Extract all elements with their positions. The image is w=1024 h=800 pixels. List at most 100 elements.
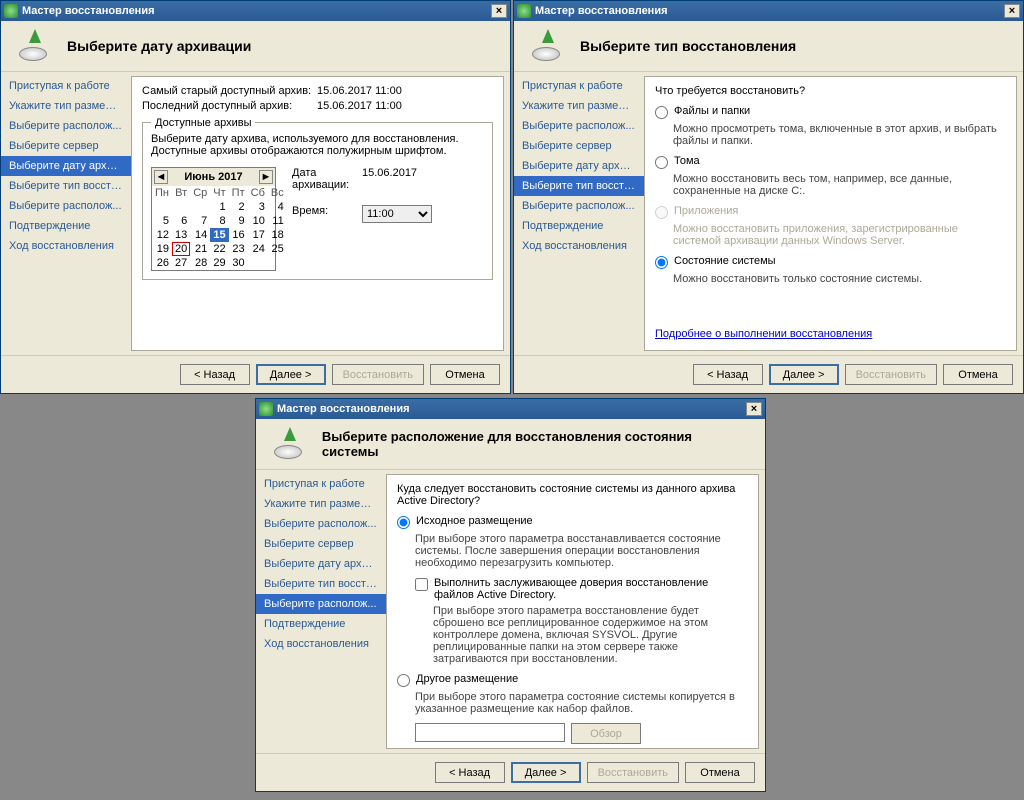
cal-day[interactable]: 2 bbox=[229, 200, 248, 214]
radio-files[interactable] bbox=[655, 106, 668, 119]
checkbox-authoritative-label: Выполнить заслуживающее доверия восстано… bbox=[434, 577, 748, 601]
sidebar-item[interactable]: Выберите дату архив... bbox=[256, 554, 386, 574]
window-title: Мастер восстановления bbox=[22, 5, 155, 17]
cal-day[interactable]: 16 bbox=[229, 228, 248, 242]
cal-day[interactable]: 29 bbox=[210, 256, 228, 270]
cal-day[interactable]: 5 bbox=[152, 214, 172, 228]
cal-day[interactable]: 6 bbox=[172, 214, 190, 228]
sidebar-item[interactable]: Укажите тип размещ... bbox=[1, 96, 131, 116]
titlebar[interactable]: Мастер восстановления × bbox=[514, 1, 1023, 21]
cal-day[interactable]: 9 bbox=[229, 214, 248, 228]
sidebar-item[interactable]: Приступая к работе bbox=[1, 76, 131, 96]
sidebar-item[interactable]: Выберите тип восста... bbox=[514, 176, 644, 196]
sidebar-item[interactable]: Выберите тип восста... bbox=[256, 574, 386, 594]
button-row: < Назад Далее > Восстановить Отмена bbox=[256, 753, 765, 791]
close-icon[interactable]: × bbox=[491, 4, 507, 18]
cal-day[interactable]: 23 bbox=[229, 242, 248, 256]
cal-day[interactable]: 4 bbox=[268, 200, 287, 214]
cal-day[interactable]: 28 bbox=[190, 256, 210, 270]
desc-volumes: Можно восстановить весь том, например, в… bbox=[673, 173, 1006, 197]
sidebar: Приступая к работеУкажите тип размещ...В… bbox=[256, 470, 386, 753]
cal-day[interactable]: 8 bbox=[210, 214, 228, 228]
sidebar-item[interactable]: Подтверждение bbox=[514, 216, 644, 236]
wizard-icon bbox=[270, 429, 310, 459]
sidebar-item[interactable]: Укажите тип размещ... bbox=[514, 96, 644, 116]
page-heading: Выберите тип восстановления bbox=[580, 38, 796, 54]
sidebar-item[interactable]: Выберите сервер bbox=[256, 534, 386, 554]
cal-day[interactable]: 12 bbox=[152, 228, 172, 242]
cal-prev-icon[interactable]: ◄ bbox=[154, 170, 168, 184]
sidebar-item[interactable]: Ход восстановления bbox=[514, 236, 644, 256]
cal-day[interactable]: 10 bbox=[248, 214, 268, 228]
close-icon[interactable]: × bbox=[1004, 4, 1020, 18]
sidebar-item[interactable]: Выберите располож... bbox=[256, 594, 386, 614]
cal-day[interactable]: 30 bbox=[229, 256, 248, 270]
cal-day bbox=[268, 256, 287, 270]
titlebar[interactable]: Мастер восстановления × bbox=[256, 399, 765, 419]
sidebar-item[interactable]: Приступая к работе bbox=[256, 474, 386, 494]
radio-volumes[interactable] bbox=[655, 156, 668, 169]
desc-files: Можно просмотреть тома, включенные в это… bbox=[673, 123, 1006, 147]
sidebar-item[interactable]: Выберите располож... bbox=[514, 196, 644, 216]
cal-day[interactable]: 14 bbox=[190, 228, 210, 242]
app-icon bbox=[259, 402, 273, 416]
next-button[interactable]: Далее > bbox=[511, 762, 581, 783]
back-button[interactable]: < Назад bbox=[180, 364, 250, 385]
sidebar-item[interactable]: Выберите дату архив... bbox=[1, 156, 131, 176]
sidebar-item[interactable]: Подтверждение bbox=[1, 216, 131, 236]
sidebar-item[interactable]: Выберите сервер bbox=[514, 136, 644, 156]
cal-day[interactable]: 27 bbox=[172, 256, 190, 270]
sidebar-item[interactable]: Подтверждение bbox=[256, 614, 386, 634]
cal-day[interactable]: 24 bbox=[248, 242, 268, 256]
calendar[interactable]: ◄ Июнь 2017 ► ПнВтСрЧтПтСбВс123456789101… bbox=[151, 167, 276, 271]
cal-day[interactable]: 21 bbox=[190, 242, 210, 256]
next-button[interactable]: Далее > bbox=[769, 364, 839, 385]
titlebar[interactable]: Мастер восстановления × bbox=[1, 1, 510, 21]
sidebar-item[interactable]: Выберите располож... bbox=[1, 116, 131, 136]
cal-day[interactable]: 11 bbox=[268, 214, 287, 228]
cal-day[interactable]: 19 bbox=[152, 242, 172, 256]
sidebar-item[interactable]: Выберите дату архив... bbox=[514, 156, 644, 176]
cal-day[interactable]: 13 bbox=[172, 228, 190, 242]
sidebar-item[interactable]: Выберите тип восста... bbox=[1, 176, 131, 196]
time-select[interactable]: 11:00 bbox=[362, 205, 432, 223]
cal-day[interactable]: 3 bbox=[248, 200, 268, 214]
cal-day[interactable]: 15 bbox=[210, 228, 228, 242]
sidebar-item[interactable]: Выберите располож... bbox=[514, 116, 644, 136]
radio-original-location[interactable] bbox=[397, 516, 410, 529]
cal-day-header: Вс bbox=[268, 186, 287, 200]
back-button[interactable]: < Назад bbox=[435, 762, 505, 783]
desc-system-state: Можно восстановить только состояние сист… bbox=[673, 273, 1006, 285]
cal-day[interactable]: 22 bbox=[210, 242, 228, 256]
cal-day[interactable]: 26 bbox=[152, 256, 172, 270]
radio-apps-label: Приложения bbox=[674, 205, 738, 217]
cal-day-header: Чт bbox=[210, 186, 228, 200]
back-button[interactable]: < Назад bbox=[693, 364, 763, 385]
cancel-button[interactable]: Отмена bbox=[685, 762, 755, 783]
sidebar-item[interactable]: Ход восстановления bbox=[256, 634, 386, 654]
sidebar-item[interactable]: Выберите располож... bbox=[256, 514, 386, 534]
sidebar-item[interactable]: Выберите располож... bbox=[1, 196, 131, 216]
radio-system-state[interactable] bbox=[655, 256, 668, 269]
learn-more-link[interactable]: Подробнее о выполнении восстановления bbox=[655, 328, 872, 340]
sidebar-item[interactable]: Выберите сервер bbox=[1, 136, 131, 156]
cal-day[interactable]: 18 bbox=[268, 228, 287, 242]
close-icon[interactable]: × bbox=[746, 402, 762, 416]
cal-day[interactable]: 7 bbox=[190, 214, 210, 228]
sidebar-item[interactable]: Ход восстановления bbox=[1, 236, 131, 256]
header: Выберите дату архивации bbox=[1, 21, 510, 72]
cal-day[interactable]: 17 bbox=[248, 228, 268, 242]
cal-next-icon[interactable]: ► bbox=[259, 170, 273, 184]
cancel-button[interactable]: Отмена bbox=[943, 364, 1013, 385]
sidebar-item[interactable]: Приступая к работе bbox=[514, 76, 644, 96]
next-button[interactable]: Далее > bbox=[256, 364, 326, 385]
newest-label: Последний доступный архив: bbox=[142, 100, 317, 112]
radio-other-location[interactable] bbox=[397, 674, 410, 687]
sidebar-item[interactable]: Укажите тип размещ... bbox=[256, 494, 386, 514]
cal-day[interactable]: 25 bbox=[268, 242, 287, 256]
cancel-button[interactable]: Отмена bbox=[430, 364, 500, 385]
checkbox-authoritative[interactable] bbox=[415, 578, 428, 591]
cal-day-header: Ср bbox=[190, 186, 210, 200]
cal-day[interactable]: 1 bbox=[210, 200, 228, 214]
cal-day[interactable]: 20 bbox=[172, 242, 190, 256]
